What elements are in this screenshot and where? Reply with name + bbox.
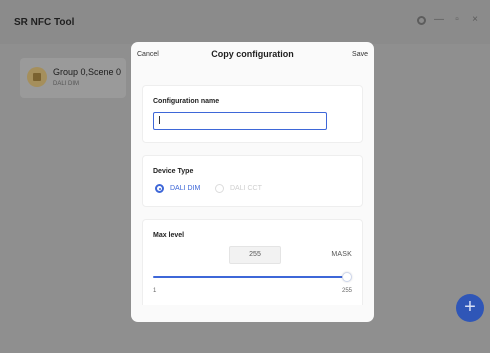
max-level-label: Max level (153, 232, 185, 239)
config-name-label: Configuration name (153, 98, 220, 105)
device-type-section: Device Type DALI DIM DALI CCT (142, 155, 363, 207)
add-button[interactable]: + (456, 294, 484, 322)
max-level-input[interactable]: 255 (229, 246, 281, 264)
slider-min-label: 1 (153, 288, 157, 294)
dialog-header: Cancel Copy configuration Save (131, 42, 374, 68)
save-button[interactable]: Save (352, 51, 368, 58)
close-icon[interactable]: × (470, 15, 480, 25)
config-name-section: Configuration name (142, 85, 363, 143)
dialog-title: Copy configuration (211, 49, 294, 59)
mask-toggle[interactable]: MASK (331, 251, 352, 258)
max-level-slider[interactable] (153, 272, 353, 282)
slider-thumb[interactable] (342, 272, 352, 282)
option-label: DALI CCT (230, 185, 262, 192)
plus-icon: + (464, 296, 476, 318)
group-card[interactable]: Group 0,Scene 0 DALI DIM (20, 58, 126, 98)
window-controls: — ▫ × (417, 15, 480, 25)
slider-max-label: 255 (341, 288, 352, 294)
max-level-section: Max level 255 MASK 1 255 (142, 219, 363, 305)
option-label: DALI DIM (170, 185, 201, 192)
device-type-label: Device Type (153, 168, 194, 175)
device-type-option-dali-cct[interactable]: DALI CCT (215, 184, 262, 193)
minimize-icon[interactable]: — (434, 15, 444, 25)
app-title: SR NFC Tool (14, 17, 75, 28)
slider-track (153, 276, 346, 278)
radio-unselected-icon (215, 184, 224, 193)
text-caret (159, 116, 160, 124)
config-name-input[interactable] (153, 112, 327, 130)
radio-selected-icon (155, 184, 164, 193)
group-subtitle: DALI DIM (53, 81, 80, 87)
maximize-icon[interactable]: ▫ (452, 15, 462, 25)
title-bar: SR NFC Tool — ▫ × (0, 0, 490, 44)
device-type-option-dali-dim[interactable]: DALI DIM (155, 184, 200, 193)
copy-configuration-dialog: Cancel Copy configuration Save Configura… (131, 42, 374, 322)
group-title: Group 0,Scene 0 (53, 67, 122, 77)
scene-icon (27, 67, 47, 87)
gear-icon[interactable] (417, 15, 426, 25)
